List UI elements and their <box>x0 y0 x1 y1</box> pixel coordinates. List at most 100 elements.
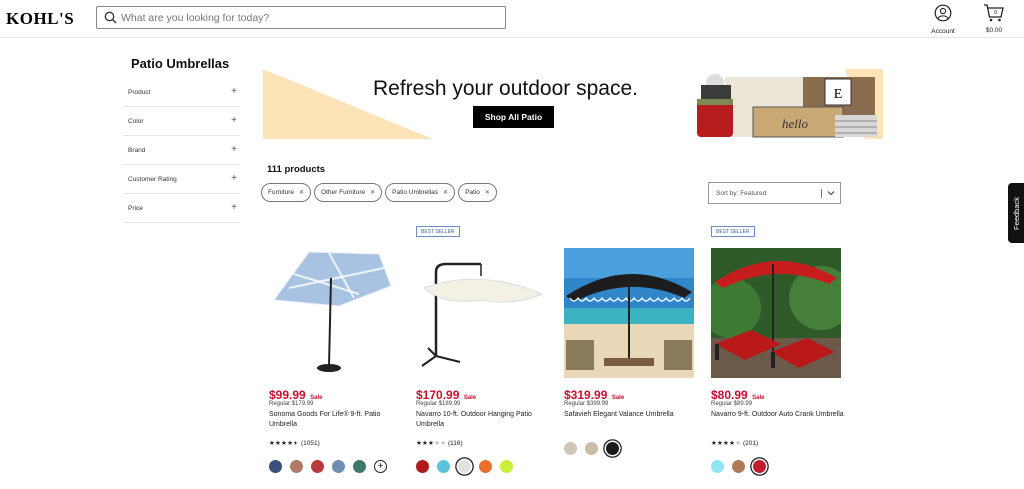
cart-count: 0 <box>994 10 997 16</box>
color-swatches <box>416 460 513 473</box>
regular-price: Regular $179.99 <box>269 401 314 407</box>
product-image[interactable] <box>711 248 841 378</box>
color-swatch[interactable] <box>437 460 450 473</box>
product-rating: ★★★★★ (1051) <box>269 439 320 447</box>
color-swatch[interactable] <box>500 460 513 473</box>
color-swatch-selected[interactable] <box>606 442 619 455</box>
plus-icon: + <box>231 202 237 213</box>
filter-customer-rating[interactable]: Customer Rating + <box>123 165 240 194</box>
product-rating: ★★★★★ (201) <box>711 439 758 447</box>
close-icon[interactable]: ✕ <box>299 189 304 196</box>
sale-price: $170.99 <box>416 388 460 402</box>
plus-icon: + <box>231 115 237 126</box>
sale-label: Sale <box>752 395 765 401</box>
product-rating: ★★★★★ (116) <box>416 439 463 447</box>
color-swatch[interactable] <box>290 460 303 473</box>
sale-label: Sale <box>463 395 477 401</box>
color-swatch-selected[interactable] <box>458 460 471 473</box>
star-rating: ★★★★★ <box>269 440 300 447</box>
filter-price[interactable]: Price + <box>123 194 240 223</box>
color-swatch[interactable] <box>332 460 345 473</box>
sale-price: $99.99 <box>269 388 306 402</box>
feedback-label: Feedback <box>1011 196 1021 230</box>
cart-icon: 0 <box>984 4 1004 22</box>
best-seller-badge: BEST SELLER <box>711 226 755 237</box>
close-icon[interactable]: ✕ <box>485 189 490 196</box>
product-image[interactable] <box>564 248 694 378</box>
filter-product[interactable]: Product + <box>123 78 240 107</box>
filter-chip-patio[interactable]: Patio ✕ <box>458 183 497 202</box>
cart-total: $0.00 <box>985 27 1003 34</box>
product-name[interactable]: Sonoma Goods For Life® 9-ft. Patio Umbre… <box>269 410 404 430</box>
account-button[interactable]: Account <box>927 4 959 35</box>
kohls-logo[interactable]: KOHL'S <box>6 9 74 29</box>
chevron-down-icon <box>827 191 835 196</box>
color-swatch[interactable] <box>711 460 724 473</box>
filter-label: Color <box>128 117 144 125</box>
color-swatch[interactable] <box>311 460 324 473</box>
filter-chip-patio-umbrellas[interactable]: Patio Umbrellas ✕ <box>385 183 456 202</box>
cart-button[interactable]: 0 $0.00 <box>980 3 1008 34</box>
close-icon[interactable]: ✕ <box>443 189 448 196</box>
shop-all-patio-button[interactable]: Shop All Patio <box>473 106 554 128</box>
filter-label: Customer Rating <box>128 175 177 183</box>
color-swatch[interactable] <box>353 460 366 473</box>
filter-label: Product <box>128 88 151 96</box>
color-swatch[interactable] <box>269 460 282 473</box>
product-name[interactable]: Navarro 9-ft. Outdoor Auto Crank Umbrell… <box>711 410 846 420</box>
filter-brand[interactable]: Brand + <box>123 136 240 165</box>
applied-filters: Furniture ✕ Other Furniture ✕ Patio Umbrel… <box>261 183 497 202</box>
sale-price: $319.99 <box>564 388 608 402</box>
more-colors-icon[interactable]: + <box>374 460 387 473</box>
account-label: Account <box>931 28 955 35</box>
banner-doormat-image: E hello <box>695 69 883 139</box>
color-swatches <box>564 442 619 455</box>
close-icon[interactable]: ✕ <box>370 189 375 196</box>
color-swatches: + <box>269 460 387 473</box>
color-swatch[interactable] <box>479 460 492 473</box>
filter-list: Product + Color + Brand + Customer Rating + … <box>123 78 240 223</box>
best-seller-badge: BEST SELLER <box>416 226 460 237</box>
search-input[interactable] <box>121 11 491 24</box>
star-rating: ★★★★★ <box>416 440 447 447</box>
color-swatches <box>711 460 766 473</box>
filter-chip-furniture[interactable]: Furniture ✕ <box>261 183 312 202</box>
feedback-tab[interactable]: Feedback <box>1008 183 1024 243</box>
category-title: Patio Umbrellas <box>131 56 230 71</box>
color-swatch[interactable] <box>732 460 745 473</box>
plus-icon: + <box>231 144 237 155</box>
account-icon <box>934 4 952 22</box>
product-name[interactable]: Safavieh Elegant Valance Umbrella <box>564 410 699 420</box>
regular-price: Regular $189.99 <box>416 401 461 407</box>
search-bar[interactable] <box>96 6 506 29</box>
chip-label: Patio Umbrellas <box>392 189 439 196</box>
svg-text:hello: hello <box>782 116 808 131</box>
product-image[interactable] <box>416 248 546 378</box>
filter-label: Brand <box>128 146 146 154</box>
banner-headline: Refresh your outdoor space. <box>373 77 638 100</box>
filter-chip-other-furniture[interactable]: Other Furniture ✕ <box>314 183 383 202</box>
regular-price: Regular $399.99 <box>564 401 609 407</box>
color-swatch-selected[interactable] <box>753 460 766 473</box>
review-count: (1051) <box>300 440 320 447</box>
promo-banner[interactable]: Refresh your outdoor space. Shop All Pat… <box>263 69 883 139</box>
filter-color[interactable]: Color + <box>123 107 240 136</box>
plus-icon: + <box>231 86 237 97</box>
search-icon[interactable] <box>99 7 121 28</box>
product-name[interactable]: Navarro 10-ft. Outdoor Hanging Patio Umb… <box>416 410 551 430</box>
plus-icon: + <box>231 173 237 184</box>
sale-label: Sale <box>611 395 625 401</box>
color-swatch[interactable] <box>585 442 598 455</box>
chip-label: Patio <box>465 189 480 196</box>
sale-price: $80.99 <box>711 388 748 402</box>
sort-divider <box>821 189 822 198</box>
color-swatch[interactable] <box>564 442 577 455</box>
sort-dropdown[interactable]: Sort by: Featured <box>708 182 841 204</box>
regular-price: Regular $89.99 <box>711 401 753 407</box>
filter-label: Price <box>128 204 143 212</box>
star-rating: ★★★★★ <box>711 440 742 447</box>
product-image[interactable] <box>269 248 399 378</box>
chip-label: Other Furniture <box>321 189 366 196</box>
svg-text:E: E <box>834 87 843 102</box>
color-swatch[interactable] <box>416 460 429 473</box>
